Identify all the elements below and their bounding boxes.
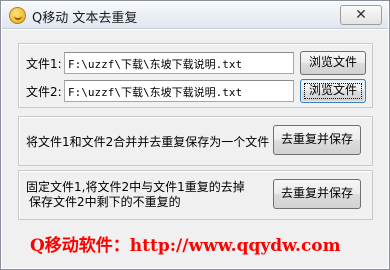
merge-group: 将文件1和文件2合并并去重复保存为一个文件 去重复并保存 xyxy=(18,116,373,166)
smiley-app-icon xyxy=(9,7,26,24)
merge-dedupe-save-button[interactable]: 去重复并保存 xyxy=(273,125,361,155)
window-title: Q移动 文本去重复 xyxy=(32,11,138,26)
client-area: 文件1: F:\uzzf\下载\东坡下载说明.txt 浏览文件 文件2: F:\… xyxy=(2,30,388,268)
browse-file1-label: 浏览文件 xyxy=(308,55,357,69)
app-window: Q移动 文本去重复 ✕ 文件1: F:\uzzf\下载\东坡下载说明.txt 浏… xyxy=(0,0,390,270)
merge-dedupe-save-label: 去重复并保存 xyxy=(280,132,353,146)
close-button[interactable]: ✕ xyxy=(340,5,382,25)
file2-label: 文件2: xyxy=(26,85,62,99)
fixed-description-line2: 保存文件2中剩下的不重复的 xyxy=(29,195,181,209)
focus-ring xyxy=(304,83,362,99)
fixed-dedupe-save-label: 去重复并保存 xyxy=(280,186,353,200)
browse-file2-button[interactable]: 浏览文件 xyxy=(300,79,366,103)
file-selection-group: 文件1: F:\uzzf\下载\东坡下载说明.txt 浏览文件 文件2: F:\… xyxy=(18,43,373,108)
file1-path-input[interactable]: F:\uzzf\下载\东坡下载说明.txt xyxy=(64,52,294,74)
fixed-dedupe-save-button[interactable]: 去重复并保存 xyxy=(273,179,361,209)
merge-description: 将文件1和文件2合并并去重复保存为一个文件 xyxy=(26,135,270,149)
file2-path-input[interactable]: F:\uzzf\下载\东坡下载说明.txt xyxy=(64,80,294,102)
title-bar[interactable]: Q移动 文本去重复 ✕ xyxy=(2,2,388,29)
fixed-file-group: 固定文件1,将文件2中与文件1重复的去掉 保存文件2中剩下的不重复的 去重复并保… xyxy=(18,170,373,220)
file1-label: 文件1: xyxy=(26,57,62,71)
close-icon: ✕ xyxy=(355,7,367,23)
footer-website-link[interactable]: Q移动软件：http://www.qqydw.com xyxy=(30,231,341,256)
browse-file1-button[interactable]: 浏览文件 xyxy=(300,51,366,75)
